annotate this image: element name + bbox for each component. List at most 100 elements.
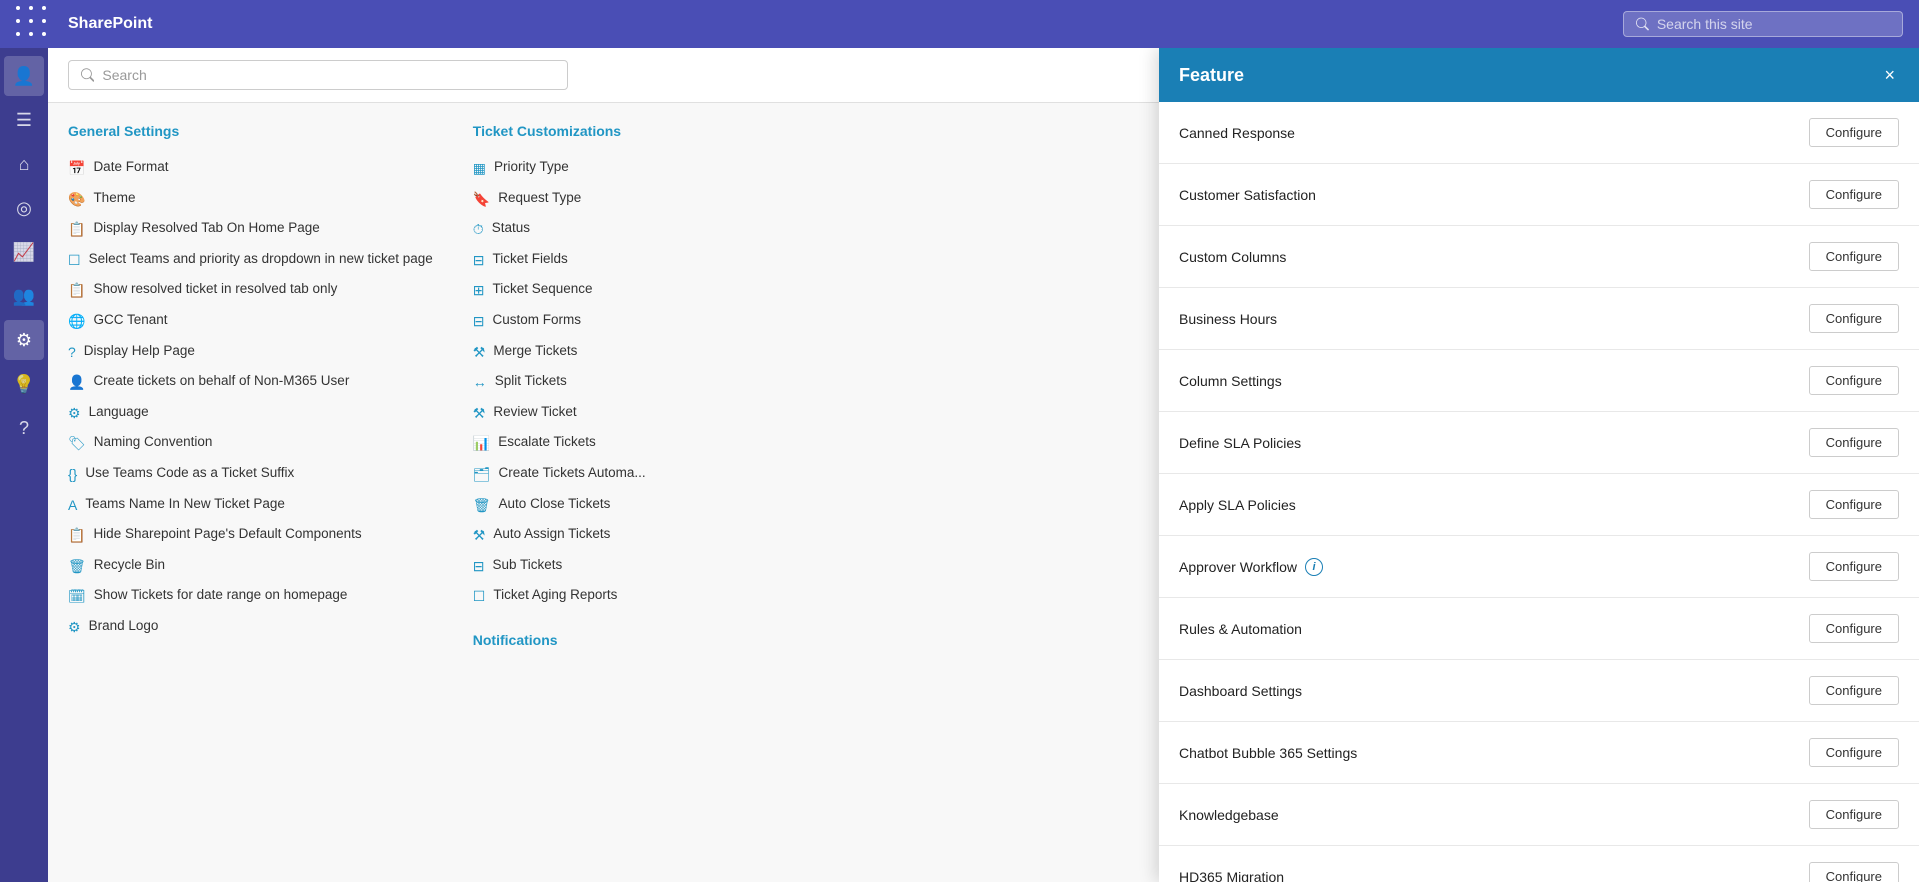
top-search-input[interactable] bbox=[1657, 16, 1890, 32]
sidebar-item-people[interactable]: 👤 bbox=[4, 56, 44, 96]
item-icon: ⊞ bbox=[473, 281, 485, 301]
item-icon: 🗑 bbox=[68, 557, 86, 577]
item-label: Naming Convention bbox=[94, 433, 213, 452]
general-settings-item[interactable]: ⚙Language bbox=[68, 398, 433, 429]
sidebar-item-bulb[interactable]: 💡 bbox=[4, 364, 44, 404]
item-label: Date Format bbox=[93, 158, 168, 177]
configure-button-hd365-migration[interactable]: Configure bbox=[1809, 862, 1899, 882]
item-icon: 📋 bbox=[68, 526, 85, 546]
ticket-customization-item[interactable]: 🔖Request Type bbox=[473, 184, 693, 215]
ticket-customization-item[interactable]: ⊟Custom Forms bbox=[473, 306, 693, 337]
sidebar-item-chart[interactable]: 📈 bbox=[4, 232, 44, 272]
general-settings-list: 📅Date Format🎨Theme📋Display Resolved Tab … bbox=[68, 153, 433, 643]
item-icon: ⚒ bbox=[473, 343, 486, 363]
configure-button-rules-automation[interactable]: Configure bbox=[1809, 614, 1899, 643]
general-settings-item[interactable]: ⚙Brand Logo bbox=[68, 612, 433, 643]
feature-row-approver-workflow: Approver Workflow i Configure bbox=[1159, 536, 1919, 598]
ticket-customization-item[interactable]: 📊Escalate Tickets bbox=[473, 428, 693, 459]
item-label: GCC Tenant bbox=[93, 311, 167, 330]
item-label: Merge Tickets bbox=[493, 342, 577, 361]
item-label: Auto Assign Tickets bbox=[493, 525, 610, 544]
item-icon: ▦ bbox=[473, 159, 486, 179]
sidebar-item-home[interactable]: ⌂ bbox=[4, 144, 44, 184]
item-label: Sub Tickets bbox=[493, 556, 563, 575]
general-settings-item[interactable]: ?Display Help Page bbox=[68, 337, 433, 368]
configure-button-knowledgebase[interactable]: Configure bbox=[1809, 800, 1899, 829]
notifications-heading: Notifications bbox=[473, 632, 693, 648]
configure-button-chatbot-bubble-365[interactable]: Configure bbox=[1809, 738, 1899, 767]
feature-panel-body: Canned Response Configure Customer Satis… bbox=[1159, 102, 1919, 882]
general-settings-item[interactable]: 📅Date Format bbox=[68, 153, 433, 184]
feature-row-canned-response: Canned Response Configure bbox=[1159, 102, 1919, 164]
search-icon bbox=[1636, 17, 1649, 31]
configure-button-approver-workflow[interactable]: Configure bbox=[1809, 552, 1899, 581]
configure-button-canned-response[interactable]: Configure bbox=[1809, 118, 1899, 147]
ticket-customization-item[interactable]: ⚒Auto Assign Tickets bbox=[473, 520, 693, 551]
feature-row-chatbot-bubble-365: Chatbot Bubble 365 Settings Configure bbox=[1159, 722, 1919, 784]
ticket-customization-item[interactable]: 🗂Create Tickets Automa... bbox=[473, 459, 693, 490]
ticket-customization-item[interactable]: ☐Ticket Aging Reports bbox=[473, 581, 693, 612]
ticket-customization-item[interactable]: ⏱Status bbox=[473, 214, 693, 245]
item-icon: 🎨 bbox=[68, 190, 85, 210]
feature-panel-close-button[interactable]: × bbox=[1880, 62, 1899, 88]
ticket-customization-item[interactable]: ⚒ Merge Tickets bbox=[473, 337, 693, 368]
configure-button-custom-columns[interactable]: Configure bbox=[1809, 242, 1899, 271]
sidebar-item-question[interactable]: ? bbox=[4, 408, 44, 448]
ticket-customization-item[interactable]: ⊞Ticket Sequence bbox=[473, 275, 693, 306]
app-launcher-icon[interactable] bbox=[16, 6, 52, 42]
secondary-search-input[interactable] bbox=[102, 67, 555, 83]
sidebar-item-gear[interactable]: ⚙ bbox=[4, 320, 44, 360]
sidebar-item-menu[interactable]: ☰ bbox=[4, 100, 44, 140]
configure-button-business-hours[interactable]: Configure bbox=[1809, 304, 1899, 333]
main-area: General Settings 📅Date Format🎨Theme📋Disp… bbox=[48, 48, 1919, 882]
general-settings-item[interactable]: 📋Display Resolved Tab On Home Page bbox=[68, 214, 433, 245]
feature-panel-title: Feature bbox=[1179, 65, 1244, 86]
configure-button-customer-satisfaction[interactable]: Configure bbox=[1809, 180, 1899, 209]
item-icon: 🗓 bbox=[68, 587, 86, 607]
general-settings-item[interactable]: 👤Create tickets on behalf of Non-M365 Us… bbox=[68, 367, 433, 398]
feature-row-column-settings: Column Settings Configure bbox=[1159, 350, 1919, 412]
item-icon: ⚙ bbox=[68, 404, 81, 424]
ticket-customization-item[interactable]: ▦Priority Type bbox=[473, 153, 693, 184]
configure-button-define-sla-policies[interactable]: Configure bbox=[1809, 428, 1899, 457]
feature-rows-container: Canned Response Configure Customer Satis… bbox=[1159, 102, 1919, 882]
ticket-customization-item[interactable]: 🗑Auto Close Tickets bbox=[473, 490, 693, 521]
item-icon: ⚙ bbox=[68, 618, 81, 638]
configure-button-dashboard-settings[interactable]: Configure bbox=[1809, 676, 1899, 705]
ticket-customization-item[interactable]: ⚒Review Ticket bbox=[473, 398, 693, 429]
top-search-bar bbox=[1623, 11, 1903, 37]
general-settings-item[interactable]: ☐Select Teams and priority as dropdown i… bbox=[68, 245, 433, 276]
item-label: Status bbox=[492, 219, 530, 238]
feature-row-name: Dashboard Settings bbox=[1179, 683, 1302, 699]
sidebar-item-users[interactable]: 👥 bbox=[4, 276, 44, 316]
general-settings-item[interactable]: 📋Show resolved ticket in resolved tab on… bbox=[68, 275, 433, 306]
ticket-customization-item[interactable]: ↔Split Tickets bbox=[473, 367, 693, 398]
feature-row-rules-automation: Rules & Automation Configure bbox=[1159, 598, 1919, 660]
item-label: Custom Forms bbox=[493, 311, 582, 330]
item-label: Split Tickets bbox=[495, 372, 567, 391]
item-label: Create tickets on behalf of Non-M365 Use… bbox=[93, 372, 349, 391]
sidebar-item-globe[interactable]: ◎ bbox=[4, 188, 44, 228]
item-label: Show Tickets for date range on homepage bbox=[94, 586, 348, 605]
general-settings-item[interactable]: 📋Hide Sharepoint Page's Default Componen… bbox=[68, 520, 433, 551]
feature-row-name: Chatbot Bubble 365 Settings bbox=[1179, 745, 1357, 761]
item-icon: 🌐 bbox=[68, 312, 85, 332]
ticket-customization-item[interactable]: ⊟Sub Tickets bbox=[473, 551, 693, 582]
feature-row-define-sla-policies: Define SLA Policies Configure bbox=[1159, 412, 1919, 474]
feature-row-name: Customer Satisfaction bbox=[1179, 187, 1316, 203]
general-settings-item[interactable]: 🏷Naming Convention bbox=[68, 428, 433, 459]
feature-row-name: Knowledgebase bbox=[1179, 807, 1279, 823]
general-settings-item[interactable]: 🌐 GCC Tenant bbox=[68, 306, 433, 337]
info-icon[interactable]: i bbox=[1305, 558, 1323, 576]
configure-button-apply-sla-policies[interactable]: Configure bbox=[1809, 490, 1899, 519]
general-settings-heading: General Settings bbox=[68, 123, 433, 139]
general-settings-item[interactable]: 🗑Recycle Bin bbox=[68, 551, 433, 582]
item-label: Use Teams Code as a Ticket Suffix bbox=[85, 464, 294, 483]
general-settings-item[interactable]: ATeams Name In New Ticket Page bbox=[68, 490, 433, 521]
item-icon: ☐ bbox=[473, 587, 486, 607]
general-settings-item[interactable]: 🎨Theme bbox=[68, 184, 433, 215]
general-settings-item[interactable]: {}Use Teams Code as a Ticket Suffix bbox=[68, 459, 433, 490]
configure-button-column-settings[interactable]: Configure bbox=[1809, 366, 1899, 395]
general-settings-item[interactable]: 🗓 Show Tickets for date range on homepage bbox=[68, 581, 433, 612]
ticket-customization-item[interactable]: ⊟Ticket Fields bbox=[473, 245, 693, 276]
